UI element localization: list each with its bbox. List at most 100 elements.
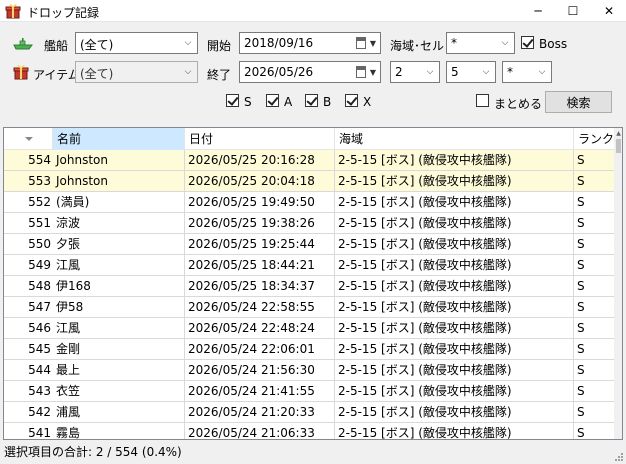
column-header-area[interactable]: 海域	[335, 128, 574, 150]
rank-s-checkbox[interactable]	[226, 94, 239, 107]
rank-x-label: X	[363, 95, 372, 109]
gift-box-icon	[5, 4, 21, 19]
area-cell: 2-5-15 [ボス] (敵侵攻中核艦隊)	[335, 192, 574, 213]
rank-cell: S	[577, 153, 585, 167]
row-number: 544	[28, 363, 51, 377]
area-cell: 2-5-15 [ボス] (敵侵攻中核艦隊)	[335, 360, 574, 381]
chevron-down-icon: ⌵	[482, 67, 490, 77]
ship-name-cell: 最上	[53, 360, 185, 381]
cell-select[interactable]: * ⌵	[502, 61, 552, 83]
row-number: 547	[28, 300, 51, 314]
calendar-icon[interactable]	[356, 37, 366, 49]
ship-name-cell: 江風	[53, 318, 185, 339]
row-number: 548	[28, 279, 51, 293]
rank-b-label: B	[323, 95, 332, 109]
chevron-down-icon: ⌵	[184, 38, 192, 48]
rank-a-label: A	[284, 95, 293, 109]
ship-name-cell: 伊168	[53, 276, 185, 297]
row-number: 550	[28, 237, 51, 251]
rank-cell: S	[577, 321, 585, 335]
column-header-date[interactable]: 日付	[185, 128, 335, 150]
status-text: 選択項目の合計: 2 / 554 (0.4%)	[4, 445, 182, 459]
ship-name-cell: 金剛	[53, 339, 185, 360]
area-cell: 2-5-15 [ボス] (敵侵攻中核艦隊)	[335, 297, 574, 318]
table-row[interactable]: 551 涼波 2026/05/25 19:38:26 2-5-15 [ボス] (敵侵攻…	[4, 213, 614, 234]
date-cell: 2026/05/25 20:04:18	[185, 171, 335, 192]
table-row[interactable]: 546 江風 2026/05/24 22:48:24 2-5-15 [ボス] (敵侵攻…	[4, 318, 614, 339]
row-number: 542	[28, 405, 51, 419]
date-cell: 2026/05/24 22:48:24	[185, 318, 335, 339]
date-cell: 2026/05/25 20:16:28	[185, 150, 335, 171]
area-cell: 2-5-15 [ボス] (敵侵攻中核艦隊)	[335, 150, 574, 171]
chevron-down-icon: ▼	[369, 67, 377, 77]
row-number: 541	[28, 426, 51, 440]
chevron-down-icon: ⌵	[184, 67, 192, 77]
grid-header: 名前 日付 海域 ランク	[4, 128, 614, 150]
maximize-button[interactable]: ☐	[558, 0, 588, 22]
table-row[interactable]: 545 金剛 2026/05/24 22:06:01 2-5-15 [ボス] (敵侵攻…	[4, 339, 614, 360]
merge-checkbox[interactable]	[476, 94, 489, 107]
item-select[interactable]: (全て) ⌵	[75, 61, 198, 83]
table-row[interactable]: 554 Johnston 2026/05/25 20:16:28 2-5-15 [ボス…	[4, 150, 614, 171]
scrollbar-thumb[interactable]	[616, 139, 621, 153]
column-header-rank[interactable]: ランク	[574, 128, 614, 150]
rank-cell: S	[577, 237, 585, 251]
vertical-scrollbar[interactable]: ▲	[614, 128, 622, 439]
table-row[interactable]: 542 浦風 2026/05/24 21:20:33 2-5-15 [ボス] (敵侵攻…	[4, 402, 614, 423]
rank-s-label: S	[244, 95, 252, 109]
table-row[interactable]: 541 霧島 2026/05/24 21:06:33 2-5-15 [ボス] (敵侵攻…	[4, 423, 614, 440]
search-button[interactable]: 検索	[545, 91, 612, 113]
table-row[interactable]: 550 夕張 2026/05/25 19:25:44 2-5-15 [ボス] (敵侵攻…	[4, 234, 614, 255]
merge-label: まとめる	[494, 97, 543, 111]
rank-cell: S	[577, 195, 585, 209]
chevron-down-icon: ⌵	[538, 67, 546, 77]
close-button[interactable]: ✕	[594, 0, 624, 22]
table-row[interactable]: 547 伊58 2026/05/24 22:58:55 2-5-15 [ボス] (敵侵…	[4, 297, 614, 318]
table-row[interactable]: 549 江風 2026/05/25 18:44:21 2-5-15 [ボス] (敵侵攻…	[4, 255, 614, 276]
end-label: 終了	[207, 68, 232, 82]
table-row[interactable]: 552 (満員) 2026/05/25 19:49:50 2-5-15 [ボス] (敵…	[4, 192, 614, 213]
row-number: 553	[28, 174, 51, 188]
minimize-button[interactable]: ─	[523, 0, 553, 22]
rank-cell: S	[577, 174, 585, 188]
area-select[interactable]: 5 ⌵	[446, 61, 496, 83]
rank-a-checkbox[interactable]	[266, 94, 279, 107]
grid-body: 554 Johnston 2026/05/25 20:16:28 2-5-15 [ボス…	[4, 150, 614, 440]
resize-grip-icon[interactable]	[614, 452, 624, 462]
rank-cell: S	[577, 363, 585, 377]
date-cell: 2026/05/24 21:56:30	[185, 360, 335, 381]
drop-record-grid[interactable]: 名前 日付 海域 ランク 554 Johnston 2026/05/25 20:16…	[3, 127, 623, 440]
calendar-icon[interactable]	[356, 66, 366, 78]
ship-select[interactable]: (全て) ⌵	[75, 32, 198, 54]
scroll-up-icon[interactable]: ▲	[614, 128, 622, 138]
window-title: ドロップ記録	[27, 6, 100, 20]
area-cell: 2-5-15 [ボス] (敵侵攻中核艦隊)	[335, 423, 574, 439]
rank-x-checkbox[interactable]	[345, 94, 358, 107]
column-header-number[interactable]	[4, 128, 53, 150]
row-number: 546	[28, 321, 51, 335]
date-cell: 2026/05/25 18:44:21	[185, 255, 335, 276]
area-cell: 2-5-15 [ボス] (敵侵攻中核艦隊)	[335, 276, 574, 297]
rank-cell: S	[577, 342, 585, 356]
map-select[interactable]: 2 ⌵	[390, 61, 440, 83]
area-cell: 2-5-15 [ボス] (敵侵攻中核艦隊)	[335, 171, 574, 192]
ship-name-cell: Johnston	[53, 150, 185, 171]
sort-descending-icon	[25, 137, 33, 141]
start-date-picker[interactable]: 2018/09/16 ▼	[239, 32, 381, 54]
table-row[interactable]: 548 伊168 2026/05/25 18:34:37 2-5-15 [ボス] (敵…	[4, 276, 614, 297]
rank-cell: S	[577, 300, 585, 314]
gift-box-icon	[13, 65, 29, 80]
rank-cell: S	[577, 405, 585, 419]
rank-b-checkbox[interactable]	[305, 94, 318, 107]
table-row[interactable]: 553 Johnston 2026/05/25 20:04:18 2-5-15 [ボス…	[4, 171, 614, 192]
world-select[interactable]: * ⌵	[446, 32, 515, 54]
date-cell: 2026/05/24 22:06:01	[185, 339, 335, 360]
table-row[interactable]: 543 衣笠 2026/05/24 21:41:55 2-5-15 [ボス] (敵侵攻…	[4, 381, 614, 402]
end-date-picker[interactable]: 2026/05/26 ▼	[239, 61, 381, 83]
row-number: 552	[28, 195, 51, 209]
date-cell: 2026/05/24 22:58:55	[185, 297, 335, 318]
column-header-name[interactable]: 名前	[53, 128, 185, 150]
area-cell: 2-5-15 [ボス] (敵侵攻中核艦隊)	[335, 339, 574, 360]
boss-checkbox[interactable]	[521, 36, 534, 49]
table-row[interactable]: 544 最上 2026/05/24 21:56:30 2-5-15 [ボス] (敵侵攻…	[4, 360, 614, 381]
